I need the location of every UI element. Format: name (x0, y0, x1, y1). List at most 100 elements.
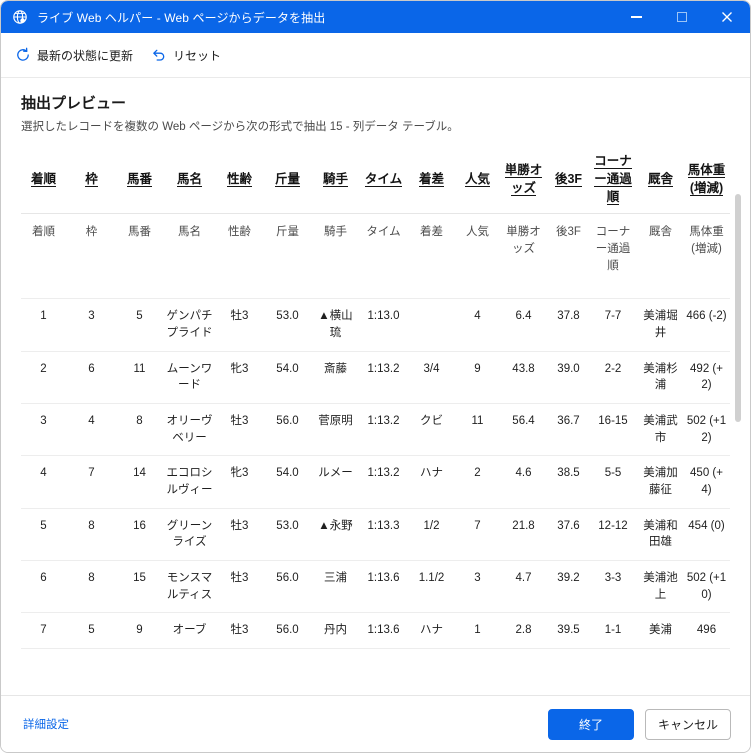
subheader-ninki: 人気 (466, 226, 489, 239)
scrollbar-thumb[interactable] (735, 194, 741, 422)
page-subtitle: 選択したレコードを複数の Web ページから次の形式で抽出 15 - 列データ … (21, 121, 459, 133)
maximize-button[interactable] (659, 1, 704, 33)
cell-corner: 12-12 (598, 519, 628, 532)
cell-corner: 2-2 (604, 362, 622, 375)
cell-ninki: 2 (474, 467, 481, 480)
vertical-scrollbar[interactable] (735, 194, 741, 695)
cell-chakusa: クビ (420, 415, 443, 428)
cell-ninki: 3 (474, 572, 481, 585)
column-header-kishu[interactable]: 騎手 (313, 142, 361, 215)
cell-time: 1:13.6 (367, 624, 400, 637)
cell-seirei: 牡3 (230, 572, 249, 585)
column-header-taiju[interactable]: 馬体重(増減) (686, 142, 730, 215)
table-row[interactable]: 1 3 5 ゲンパチプライド 牡3 53.0 ▲横山琉 1:13.0 4 6.4… (21, 299, 730, 352)
column-header-umaban[interactable]: 馬番 (117, 142, 165, 215)
cancel-button[interactable]: キャンセル (645, 708, 731, 740)
cell-taiju: 450 (+4) (690, 467, 723, 497)
cell-kishu: ▲横山琉 (318, 310, 353, 340)
cell-chakujun: 5 (40, 519, 47, 532)
close-button[interactable] (704, 1, 749, 33)
cell-chakusa: 1.1/2 (418, 572, 445, 585)
minimize-button[interactable] (614, 1, 659, 33)
column-header-chakujun[interactable]: 着順 (21, 142, 69, 215)
cell-kinryo: 56.0 (276, 624, 299, 637)
cell-corner: 16-15 (598, 415, 628, 428)
subheader-kyusha: 厩舎 (649, 226, 672, 239)
cell-chakusa: 1/2 (423, 519, 440, 532)
cell-umaban: 16 (133, 519, 146, 532)
minimize-icon (631, 16, 642, 18)
cell-chakujun: 6 (40, 572, 47, 585)
cell-kinryo: 53.0 (276, 519, 299, 532)
column-header-kyusha[interactable]: 厩舎 (638, 142, 686, 215)
subheader-corner: コーナー通過順 (595, 226, 631, 272)
cell-odds: 56.4 (512, 415, 535, 428)
page-title: 抽出プレビュー (21, 95, 127, 112)
reset-label: リセット (173, 48, 222, 63)
cell-time: 1:13.3 (367, 519, 400, 532)
cell-odds: 4.6 (515, 467, 532, 480)
cell-seirei: 牡3 (230, 519, 249, 532)
window-title: ライブ Web ヘルパー - Web ページからデータを抽出 (37, 10, 326, 25)
cell-taiju: 502 (+12) (686, 415, 727, 444)
table-row[interactable]: 4 7 14 エコロシルヴィー 牝3 54.0 ルメー 1:13.2 ハナ 2 … (21, 456, 730, 509)
cell-odds: 4.7 (515, 572, 532, 585)
close-icon (721, 12, 732, 22)
cell-ninki: 9 (474, 362, 481, 375)
globe-icon (12, 9, 28, 25)
subheader-seirei: 性齢 (228, 226, 251, 239)
reset-button[interactable]: リセット (151, 47, 221, 64)
table-row[interactable]: 6 8 15 モンスマルティス 牡3 56.0 三浦 1:13.6 1.1/2 … (21, 561, 730, 613)
cell-umaban: 5 (136, 310, 143, 323)
cell-kinryo: 54.0 (276, 467, 299, 480)
cell-ago3f: 39.0 (557, 362, 580, 375)
cell-umaban: 8 (136, 415, 143, 428)
cell-chakusa: ハナ (420, 624, 443, 637)
subheader-waku: 枠 (85, 226, 98, 239)
table-header-row: 着順 枠 馬番 馬名 性齢 斤量 騎手 タイム 着差 人気 単勝オッズ 後3F … (21, 142, 730, 215)
cell-bamei: モンスマルティス (166, 572, 213, 601)
cell-ago3f: 38.5 (557, 467, 580, 480)
cell-waku: 7 (88, 467, 95, 480)
live-web-helper-dialog: ライブ Web ヘルパー - Web ページからデータを抽出 最新の状態に更新 (0, 0, 751, 753)
preview-table-container[interactable]: 着順 枠 馬番 馬名 性齢 斤量 騎手 タイム 着差 人気 単勝オッズ 後3F … (21, 142, 750, 695)
column-header-waku[interactable]: 枠 (69, 142, 117, 215)
column-header-odds[interactable]: 単勝オッズ (501, 142, 549, 215)
cell-seirei: 牝3 (230, 467, 249, 480)
table-head: 着順 枠 馬番 馬名 性齢 斤量 騎手 タイム 着差 人気 単勝オッズ 後3F … (21, 142, 730, 215)
extraction-preview-table: 着順 枠 馬番 馬名 性齢 斤量 騎手 タイム 着差 人気 単勝オッズ 後3F … (21, 142, 730, 649)
cell-corner: 5-5 (604, 467, 622, 480)
subheader-odds: 単勝オッズ (506, 226, 541, 256)
cell-bamei: オーブ (172, 624, 207, 637)
cell-kishu: 三浦 (324, 572, 347, 585)
table-row[interactable]: 5 8 16 グリーンライズ 牡3 53.0 ▲永野 1:13.3 1/2 7 … (21, 508, 730, 561)
cell-ninki: 4 (474, 310, 481, 323)
column-header-seirei[interactable]: 性齢 (217, 142, 265, 215)
cell-kyusha: 美浦 (649, 624, 672, 637)
column-header-corner[interactable]: コーナー通過順 (591, 142, 638, 215)
cell-seirei: 牡3 (230, 310, 249, 323)
cell-bamei: エコロシルヴィー (166, 467, 213, 497)
cell-taiju: 492 (+2) (690, 362, 723, 392)
refresh-button[interactable]: 最新の状態に更新 (15, 47, 133, 64)
cell-corner: 7-7 (604, 310, 622, 323)
cell-waku: 8 (88, 519, 95, 532)
column-header-ninki[interactable]: 人気 (457, 142, 501, 215)
subheader-time: タイム (366, 226, 401, 239)
table-row[interactable]: 3 4 8 オリーヴベリー 牡3 56.0 菅原明 1:13.2 クビ 11 5… (21, 404, 730, 456)
cell-seirei: 牡3 (230, 415, 249, 428)
cell-corner: 1-1 (604, 624, 622, 637)
cell-time: 1:13.0 (367, 310, 400, 323)
subheader-bamei: 馬名 (178, 226, 201, 239)
finish-button[interactable]: 終了 (548, 708, 634, 740)
column-header-time[interactable]: タイム (361, 142, 409, 215)
column-header-bamei[interactable]: 馬名 (165, 142, 217, 215)
advanced-settings-link[interactable]: 詳細設定 (23, 716, 69, 732)
column-header-ago3f[interactable]: 後3F (549, 142, 591, 215)
table-row[interactable]: 7 5 9 オーブ 牡3 56.0 丹内 1:13.6 ハナ 1 2.8 39.… (21, 613, 730, 649)
cell-seirei: 牡3 (230, 624, 249, 637)
column-header-chakusa[interactable]: 着差 (409, 142, 457, 215)
table-row[interactable]: 2 6 11 ムーンワード 牝3 54.0 斎藤 1:13.2 3/4 9 43… (21, 351, 730, 404)
column-header-kinryo[interactable]: 斤量 (265, 142, 313, 215)
cell-ago3f: 36.7 (557, 415, 580, 428)
